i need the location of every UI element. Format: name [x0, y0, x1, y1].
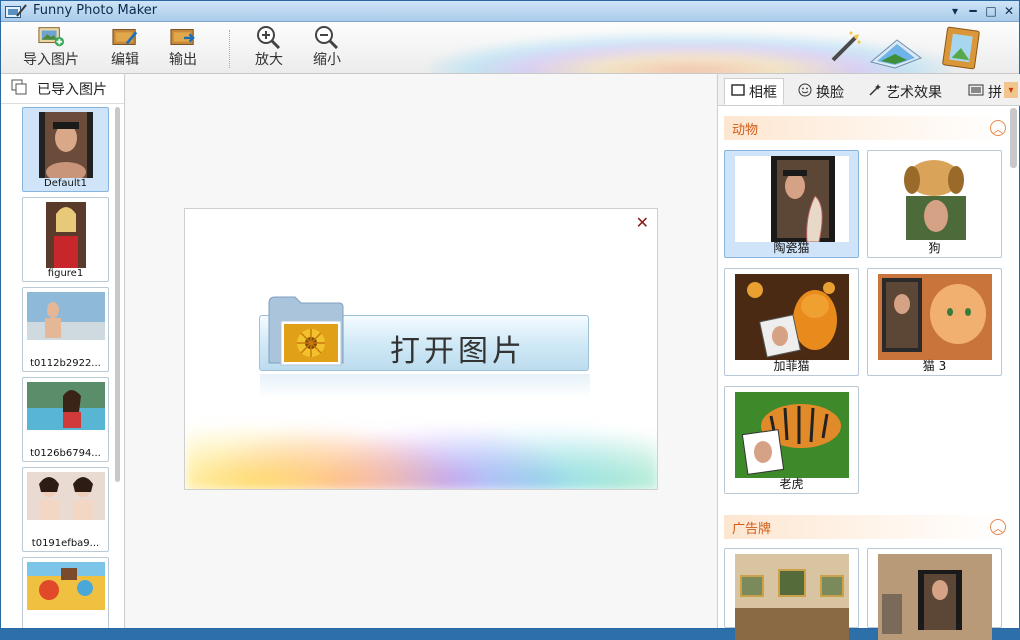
thumb-image: [26, 562, 105, 614]
frame-card-garfield[interactable]: 加菲猫: [724, 268, 859, 376]
frame-card-label: 陶瓷猫: [773, 241, 810, 255]
section-header-billboards[interactable]: 广告牌 ︿: [724, 515, 1008, 539]
import-image-label: 导入图片: [23, 52, 79, 68]
dialog-close-icon[interactable]: ✕: [636, 213, 649, 232]
magic-wand-icon: [868, 83, 882, 101]
tab-face-swap-label: 换脸: [816, 84, 844, 101]
collapse-icon[interactable]: ︿: [990, 120, 1006, 136]
frame-preview-image: [877, 156, 992, 242]
edit-button[interactable]: 编辑: [111, 26, 139, 72]
smiley-icon: [798, 83, 812, 101]
frame-card-gallery[interactable]: [724, 548, 859, 640]
canvas-area: ✕ 打开图片: [126, 74, 716, 628]
frame-card-label: 猫 3: [922, 359, 947, 373]
export-icon: [170, 26, 196, 48]
zoom-in-button[interactable]: 放大: [255, 26, 283, 72]
toolbar: 导入图片 编辑 输出 放大 缩小: [1, 22, 1019, 74]
thumb-image: [26, 382, 105, 434]
toolbar-divider: [229, 30, 230, 68]
frame-preview-image: [877, 274, 992, 360]
magic-wand-icon: [829, 30, 863, 68]
app-window: Funny Photo Maker ▾ ━ □ ✕ 导入图片 编辑 输出 放大 …: [0, 0, 1020, 640]
image-thumb-default1[interactable]: Default1: [22, 107, 109, 192]
imported-images-header: 已导入图片: [1, 74, 124, 104]
edit-label: 编辑: [111, 52, 139, 68]
image-thumb-t0126b6794[interactable]: t0126b6794...: [22, 377, 109, 462]
images-stack-icon: [11, 79, 27, 99]
title-bar: Funny Photo Maker ▾ ━ □ ✕: [1, 1, 1019, 22]
photos-stack-icon: [867, 34, 923, 73]
tab-collage-label: 拼: [988, 84, 1002, 101]
app-logo-icon: [5, 4, 27, 19]
thumbs-scrollbar-thumb[interactable]: [115, 107, 120, 482]
edit-icon: [112, 26, 138, 48]
thumb-caption: t0112b2922...: [30, 358, 101, 369]
image-thumb-t0112b2922[interactable]: t0112b2922...: [22, 287, 109, 372]
collapse-icon[interactable]: ︿: [990, 519, 1006, 535]
export-label: 输出: [169, 52, 197, 68]
zoom-out-button[interactable]: 缩小: [313, 26, 341, 72]
menu-dropdown-icon[interactable]: ▾: [947, 3, 963, 19]
thumb-image: [38, 112, 93, 182]
zoom-in-label: 放大: [255, 52, 283, 68]
frame-card-cat-3[interactable]: 猫 3: [867, 268, 1002, 376]
window-title: Funny Photo Maker: [33, 3, 158, 18]
frame-card-ceramic-cat[interactable]: 陶瓷猫: [724, 150, 859, 258]
open-image-label: 打开图片: [390, 334, 526, 369]
frame-card-label: 狗: [928, 241, 941, 255]
frame-card-label: 加菲猫: [773, 359, 810, 373]
effects-scrollbar-thumb[interactable]: [1010, 108, 1017, 168]
tab-frame[interactable]: 相框: [724, 78, 784, 105]
frame-preview-image: [734, 392, 849, 478]
close-button[interactable]: ✕: [1001, 3, 1017, 19]
tab-collage[interactable]: 拼: [962, 78, 1008, 105]
tabs-more-icon[interactable]: ▾: [1004, 82, 1018, 98]
section-header-animals[interactable]: 动物 ︿: [724, 116, 1008, 140]
thumb-caption: t0191efba9...: [31, 538, 100, 549]
zoom-in-icon: [256, 26, 282, 49]
effects-panel: 相框 换脸 艺术效果 拼 ▾ 动物 ︿ 陶瓷猫 狗 加菲猫 猫 3 老虎 广告牌…: [717, 74, 1020, 640]
thumb-image: [26, 472, 105, 524]
frame-card-label: 老虎: [779, 477, 804, 491]
zoom-out-label: 缩小: [313, 52, 341, 68]
section-title-billboards: 广告牌: [732, 521, 772, 537]
thumb-caption: t0126b6794...: [30, 448, 101, 459]
frame-card-dog[interactable]: 狗: [867, 150, 1002, 258]
zoom-out-icon: [314, 26, 340, 49]
import-image-icon: [38, 26, 64, 48]
frame-card-tiger[interactable]: 老虎: [724, 386, 859, 494]
thumb-image: [45, 202, 86, 272]
export-button[interactable]: 输出: [169, 26, 197, 72]
thumb-caption: figure1: [47, 268, 84, 279]
maximize-button[interactable]: □: [983, 3, 999, 19]
tab-art-effects-label: 艺术效果: [886, 84, 942, 101]
imported-images-title: 已导入图片: [37, 81, 107, 98]
minimize-button[interactable]: ━: [965, 3, 981, 19]
folder-photo-icon: [267, 293, 347, 377]
imported-images-panel: 已导入图片 Default1 figure1 t0112b2922... t01…: [1, 74, 125, 628]
collage-icon: [968, 84, 984, 100]
thumbs-scrollbar[interactable]: [114, 105, 122, 485]
section-title-animals: 动物: [732, 122, 759, 138]
frame-card-hall[interactable]: [867, 548, 1002, 640]
tab-art-effects[interactable]: 艺术效果: [862, 78, 948, 105]
picture-frame-icon: [941, 26, 983, 73]
imported-images-list: Default1 figure1 t0112b2922... t0126b679…: [1, 105, 124, 628]
frame-preview-image: [734, 274, 849, 360]
frame-preview-image: [734, 156, 849, 242]
thumb-caption: Default1: [44, 178, 87, 189]
frame-preview-image: [877, 554, 992, 640]
image-thumb-6[interactable]: [22, 557, 109, 628]
frame-icon: [731, 83, 745, 100]
image-thumb-figure1[interactable]: figure1: [22, 197, 109, 282]
image-thumb-t0191efba9[interactable]: t0191efba9...: [22, 467, 109, 552]
tab-frame-label: 相框: [749, 84, 777, 101]
effects-tabs: 相框 换脸 艺术效果 拼 ▾: [718, 74, 1020, 106]
thumb-image: [26, 292, 105, 344]
tab-face-swap[interactable]: 换脸: [792, 78, 850, 105]
frame-preview-image: [734, 554, 849, 640]
open-image-dialog: ✕ 打开图片: [184, 208, 658, 490]
import-image-button[interactable]: 导入图片: [23, 26, 79, 72]
